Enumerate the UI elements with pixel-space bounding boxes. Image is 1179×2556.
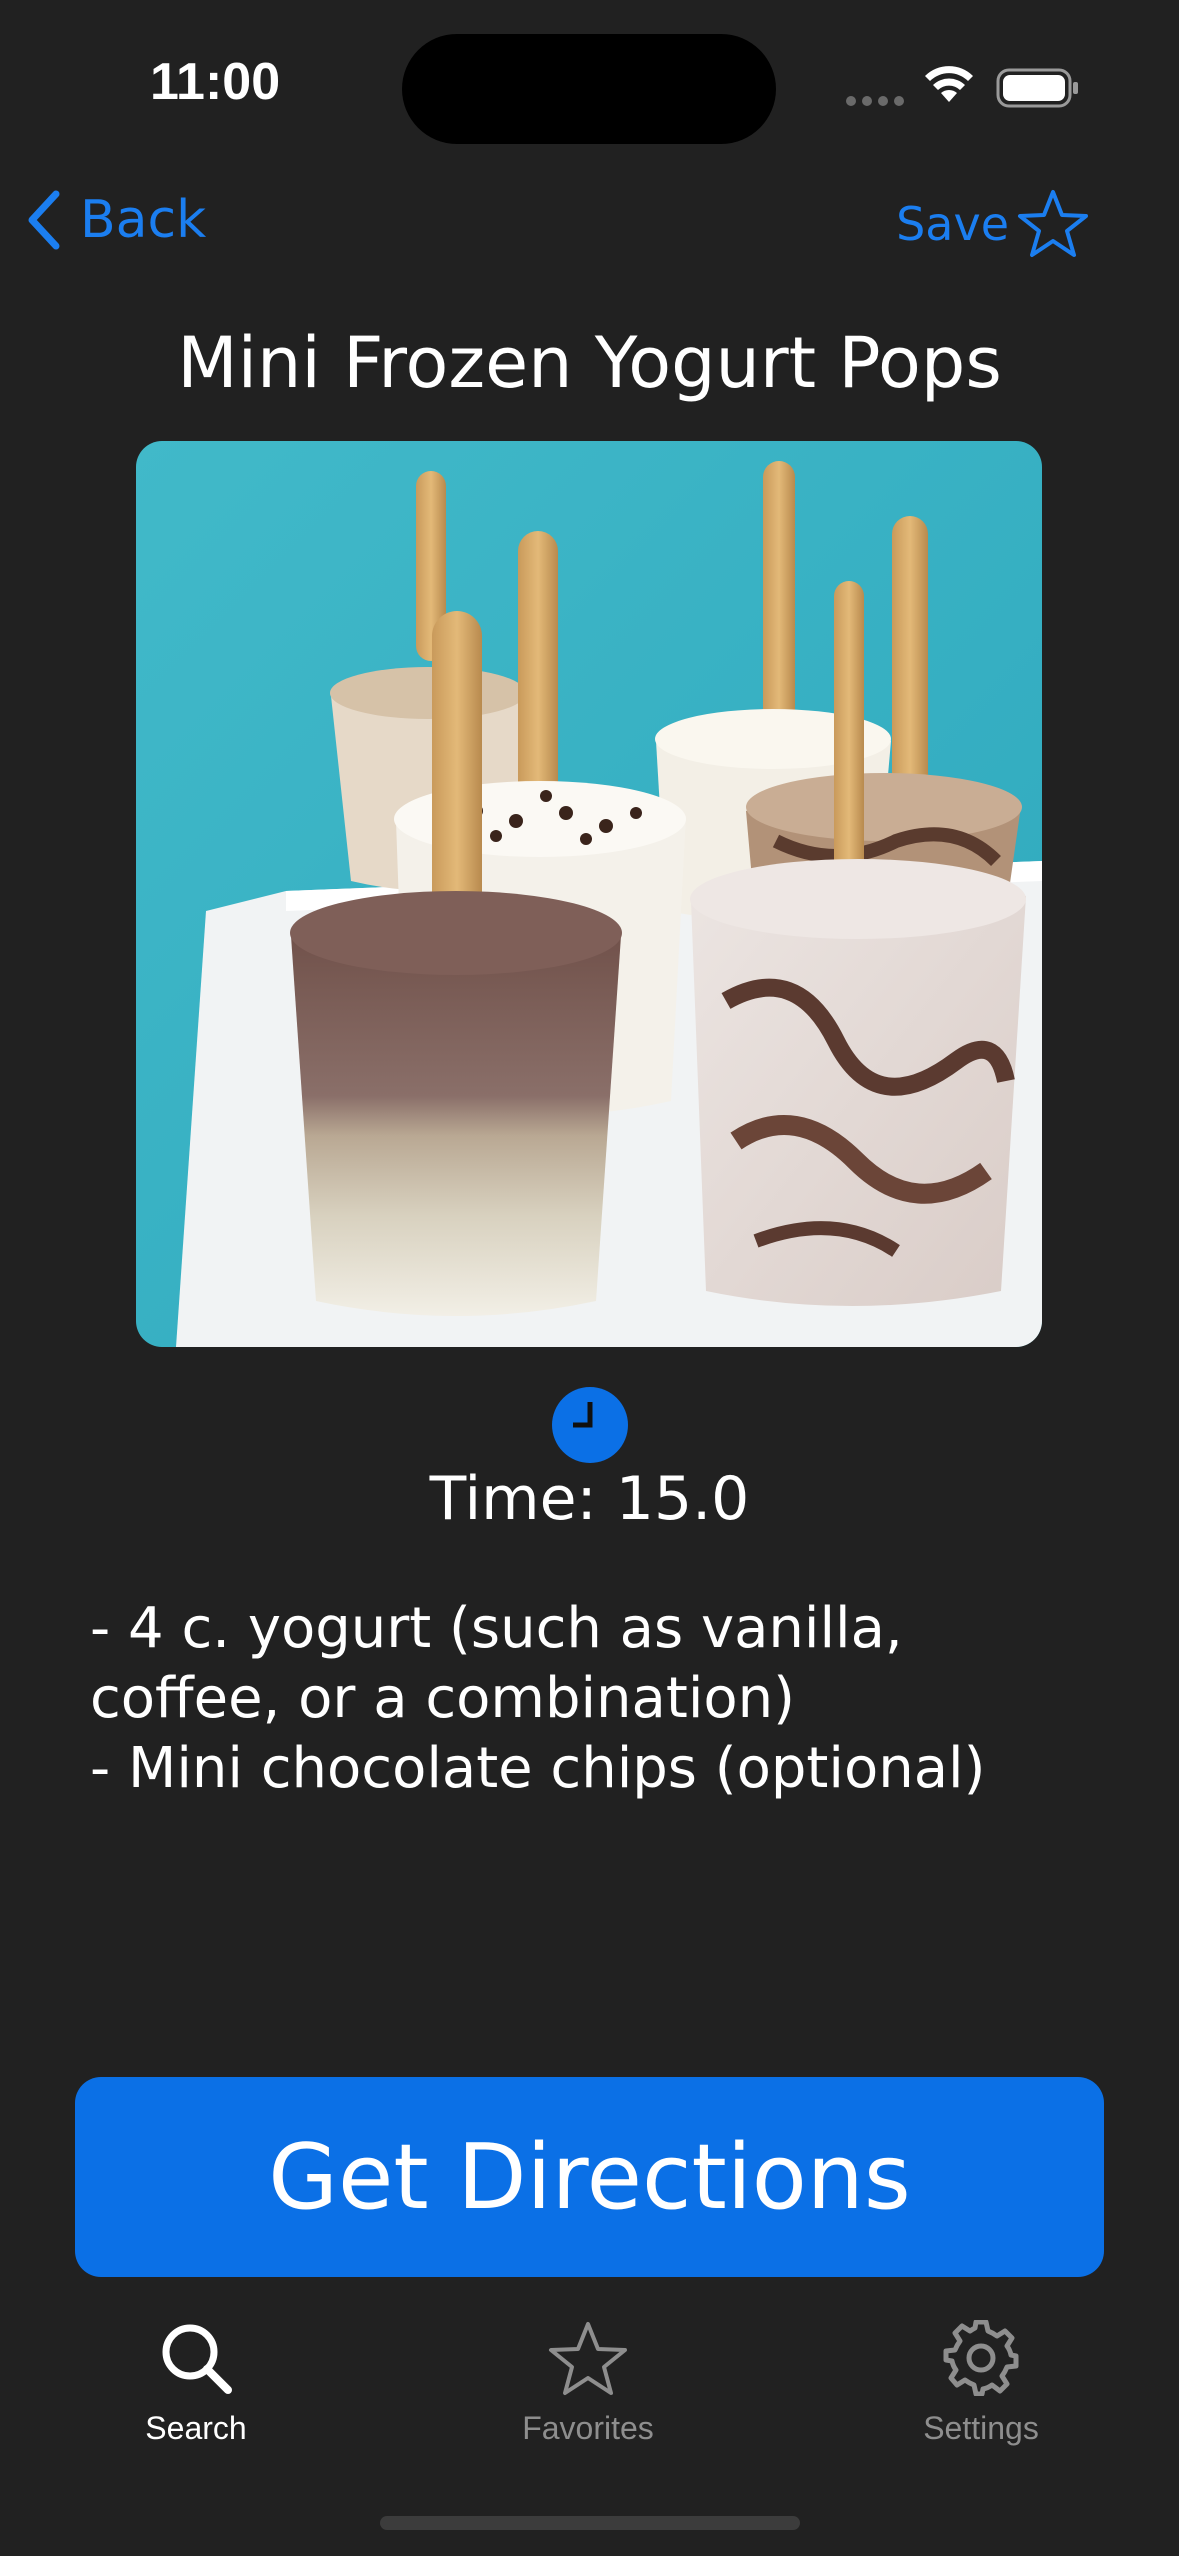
ingredient-item: - 4 c. yogurt (such as vanilla, coffee, …: [90, 1596, 903, 1731]
cellular-signal-icon: [846, 96, 904, 106]
tab-settings-label: Settings: [923, 2410, 1039, 2446]
star-outline-icon: [1018, 190, 1088, 257]
search-icon: [162, 2324, 232, 2394]
recipe-photo: [136, 441, 1042, 1347]
battery-icon: [996, 68, 1078, 108]
tab-settings[interactable]: Settings: [851, 2320, 1111, 2447]
back-label: Back: [80, 190, 207, 250]
get-directions-label: Get Directions: [268, 2124, 911, 2230]
tab-search-label: Search: [145, 2410, 247, 2446]
recipe-title: Mini Frozen Yogurt Pops: [177, 322, 1002, 404]
wifi-icon: [925, 66, 973, 102]
tab-favorites-label: Favorites: [522, 2410, 654, 2446]
back-button[interactable]: Back: [24, 190, 206, 250]
save-label: Save: [896, 197, 1009, 251]
star-icon: [549, 2322, 627, 2395]
cook-time: Time: 15.0: [429, 1464, 750, 1534]
tab-search[interactable]: Search: [66, 2320, 326, 2447]
ingredient-item: - Mini chocolate chips (optional): [90, 1736, 986, 1801]
chevron-left-icon: [28, 190, 60, 250]
save-button[interactable]: Save: [896, 188, 1089, 260]
gear-icon: [943, 2320, 1019, 2396]
status-time: 11:00: [150, 53, 281, 111]
clock-icon: [552, 1387, 628, 1463]
dynamic-island: [402, 34, 776, 144]
get-directions-button[interactable]: Get Directions: [75, 2077, 1104, 2277]
ingredients-list: - 4 c. yogurt (such as vanilla, coffee, …: [90, 1594, 1100, 1804]
tab-favorites[interactable]: Favorites: [458, 2320, 718, 2447]
home-indicator[interactable]: [380, 2516, 800, 2530]
